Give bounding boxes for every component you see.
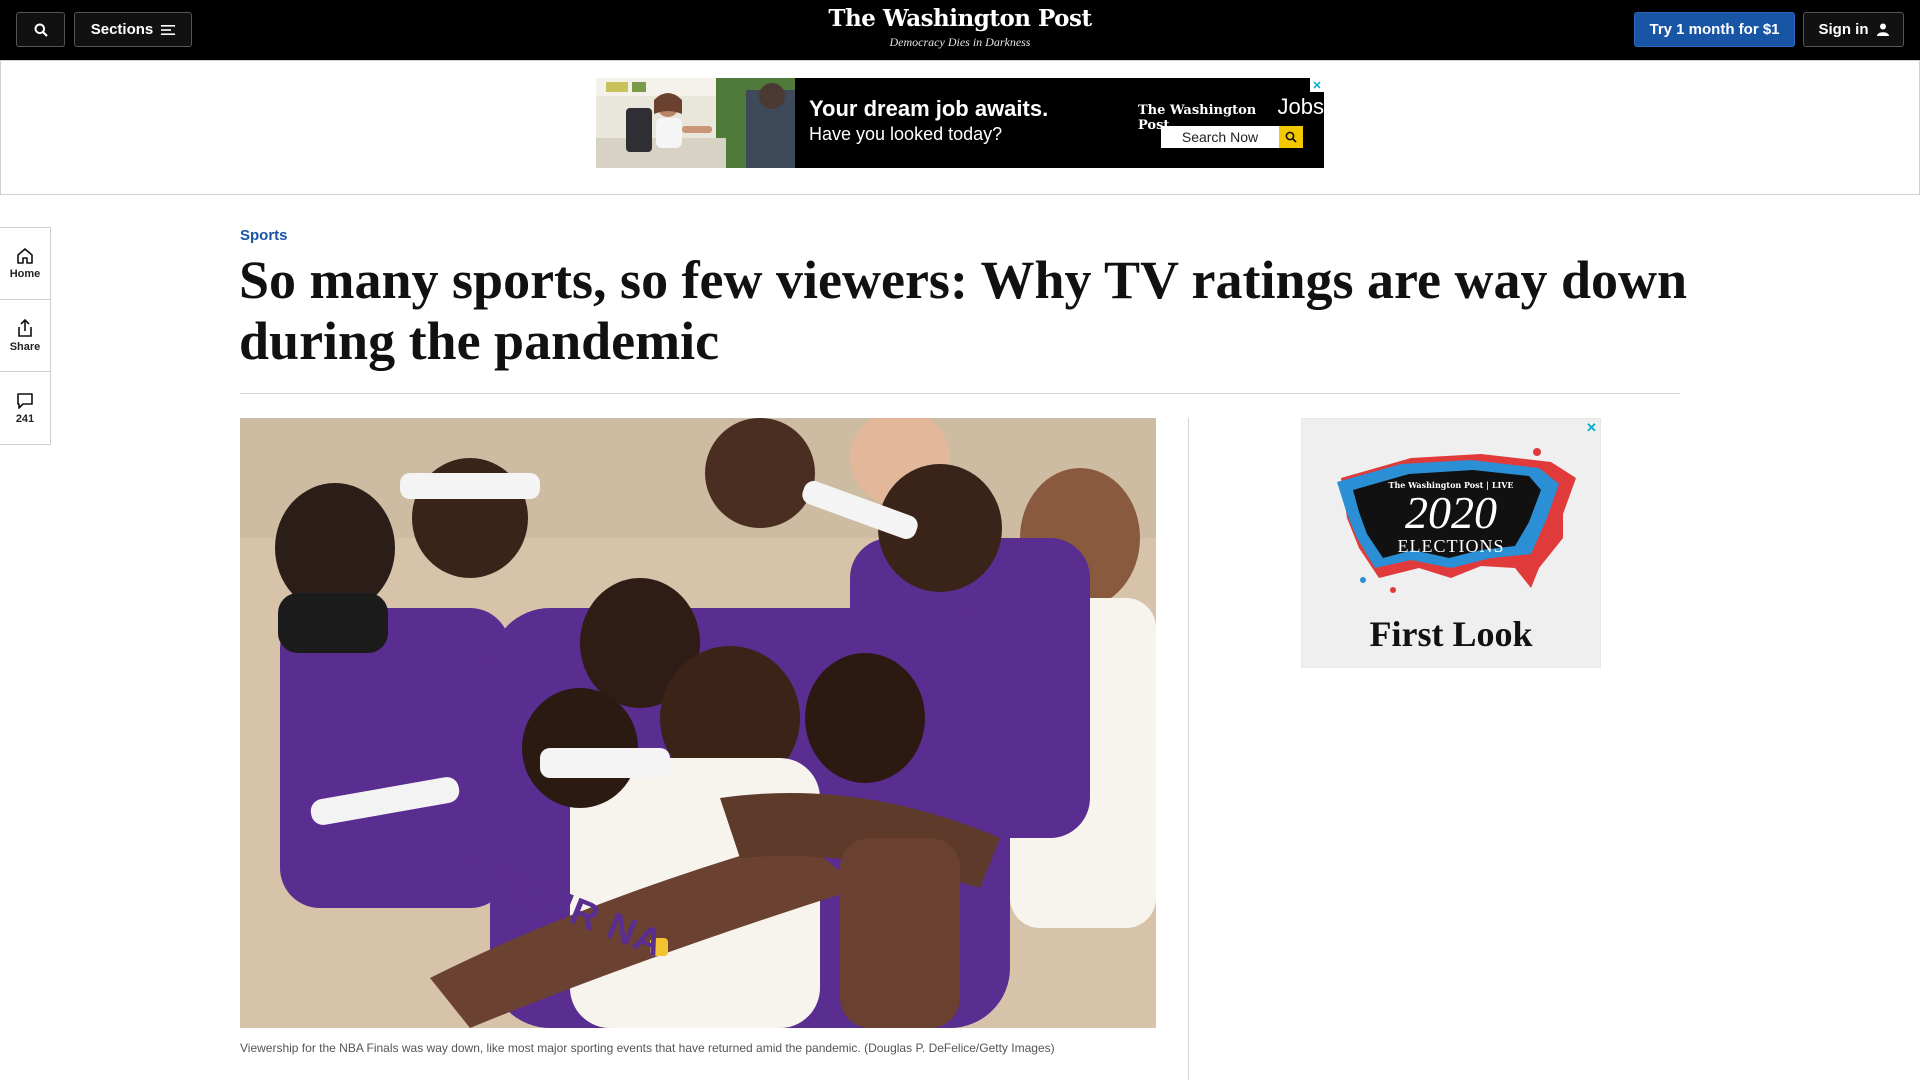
top-navigation-bar: Sections The Washington Post Democracy D… [0, 0, 1920, 60]
comment-icon [17, 392, 33, 409]
photo-caption: Viewership for the NBA Finals was way do… [240, 1041, 1055, 1055]
rail-comments-button[interactable]: 241 [0, 372, 50, 444]
search-icon [34, 23, 48, 37]
masthead[interactable]: The Washington Post Democracy Dies in Da… [760, 4, 1160, 50]
search-button[interactable] [16, 12, 65, 47]
sections-menu-button[interactable]: Sections [74, 12, 192, 47]
lead-photo-lakers-celebration[interactable]: Y THEIR NA [240, 418, 1156, 1028]
column-divider [1188, 418, 1189, 1080]
rail-share-button[interactable]: Share [0, 300, 50, 372]
user-icon [1876, 23, 1889, 36]
subscribe-trial-button[interactable]: Try 1 month for $1 [1634, 12, 1795, 47]
jobs-banner-ad[interactable]: Your dream job awaits. Have you looked t… [596, 78, 1324, 168]
ad-headline: Your dream job awaits. [809, 96, 1049, 121]
rail-home-button[interactable]: Home [0, 228, 50, 300]
ad-close-icon[interactable]: ✕ [1586, 420, 1597, 436]
sign-in-label: Sign in [1818, 21, 1869, 38]
rail-share-label: Share [9, 340, 41, 353]
article-headline: So many sports, so few viewers: Why TV r… [239, 250, 1688, 371]
left-share-rail: Home Share 241 [0, 227, 51, 445]
ad-first-look-title: First Look [1369, 614, 1533, 654]
hamburger-menu-icon [161, 24, 176, 35]
sign-in-button[interactable]: Sign in [1803, 12, 1904, 47]
ad-elections-word: ELECTIONS [1397, 536, 1505, 556]
site-logo[interactable]: The Washington Post [760, 4, 1160, 34]
ad-search-button[interactable] [1279, 126, 1303, 148]
site-tagline: Democracy Dies in Darkness [889, 35, 1031, 49]
rail-comments-count: 241 [15, 412, 35, 425]
ad-search-field[interactable]: Search Now [1161, 126, 1279, 148]
ad-close-icon[interactable]: ✕ [1310, 78, 1324, 92]
section-kicker-link[interactable]: Sports [240, 227, 288, 244]
ad-copy: Your dream job awaits. Have you looked t… [809, 96, 1048, 146]
ad-handshake-photo [596, 78, 795, 168]
headline-divider [240, 393, 1680, 394]
search-icon [1285, 131, 1297, 143]
sections-label: Sections [90, 21, 154, 38]
share-icon [18, 318, 32, 337]
elections-first-look-ad[interactable]: The Washington Post | LIVE 2020 ELECTION… [1301, 418, 1601, 668]
ad-brand-jobs: Jobs [1277, 94, 1324, 119]
home-icon [17, 248, 33, 264]
rail-home-label: Home [9, 268, 41, 280]
ad-year: 2020 [1405, 487, 1497, 538]
ad-subline: Have you looked today? [809, 124, 1003, 144]
